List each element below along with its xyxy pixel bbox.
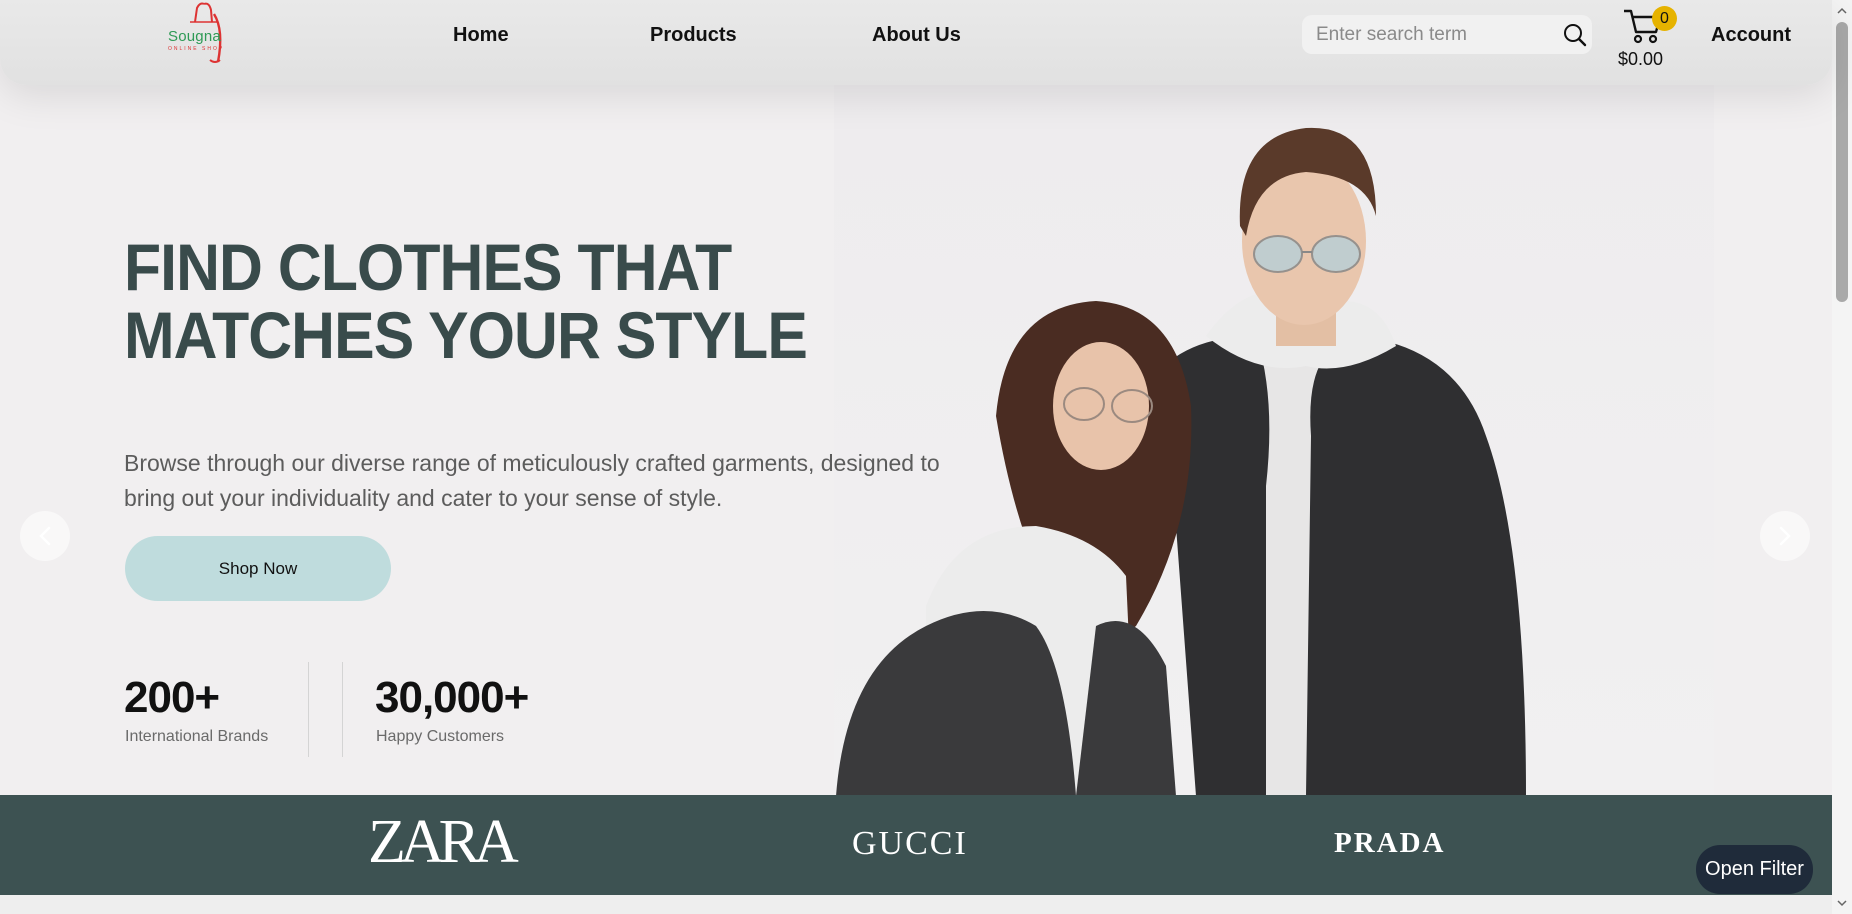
- site-header: Sougna ONLINE SHOP Home Products About U…: [0, 0, 1832, 85]
- nav-home[interactable]: Home: [453, 24, 509, 47]
- hero-subtext: Browse through our diverse range of meti…: [124, 450, 940, 511]
- stat-customers-value: 30,000+: [375, 673, 529, 722]
- stat-customers-label: Happy Customers: [376, 728, 505, 745]
- brand-logo-gucci[interactable]: GUCCI: [852, 825, 968, 863]
- carousel-next-button[interactable]: [1760, 511, 1810, 561]
- stat-brands-value: 200+: [124, 673, 220, 722]
- shop-now-button[interactable]: Shop Now: [125, 536, 391, 601]
- account-link[interactable]: Account: [1711, 24, 1791, 47]
- cart-count-badge: 0: [1652, 6, 1677, 31]
- site-logo[interactable]: Sougna ONLINE SHOP: [160, 0, 240, 68]
- brand-bar: ZARA GUCCI PRADA: [0, 795, 1832, 895]
- stat-divider: [342, 662, 343, 757]
- brand-logo-prada[interactable]: PRADA: [1334, 827, 1446, 860]
- hero-headline: FIND CLOTHES THAT MATCHES YOUR STYLE: [124, 230, 808, 372]
- logo-wordmark: Sougna: [168, 28, 221, 45]
- nav-about-us[interactable]: About Us: [872, 24, 961, 47]
- search-icon[interactable]: [1563, 23, 1587, 47]
- brand-logo-zara[interactable]: ZARA: [368, 807, 519, 878]
- scroll-up-icon[interactable]: [1835, 4, 1849, 18]
- stat-divider: [308, 662, 309, 757]
- scroll-down-icon[interactable]: [1835, 896, 1849, 910]
- search-input[interactable]: [1316, 21, 1546, 48]
- hero-banner: FIND CLOTHES THAT MATCHES YOUR STYLE Bro…: [0, 85, 1832, 856]
- page-bottom-strip: [0, 895, 1832, 914]
- cart-total: $0.00: [1618, 49, 1664, 69]
- hero-models-image: [836, 127, 1526, 796]
- chevron-left-icon: [39, 526, 51, 546]
- logo-tagline: ONLINE SHOP: [168, 46, 225, 52]
- chevron-right-icon: [1779, 526, 1791, 546]
- carousel-prev-button[interactable]: [20, 511, 70, 561]
- open-filter-button[interactable]: Open Filter: [1696, 845, 1813, 894]
- search-box: [1302, 15, 1592, 54]
- nav-products[interactable]: Products: [650, 24, 737, 47]
- scrollbar-thumb[interactable]: [1836, 22, 1848, 302]
- stat-brands-label: International Brands: [125, 728, 269, 745]
